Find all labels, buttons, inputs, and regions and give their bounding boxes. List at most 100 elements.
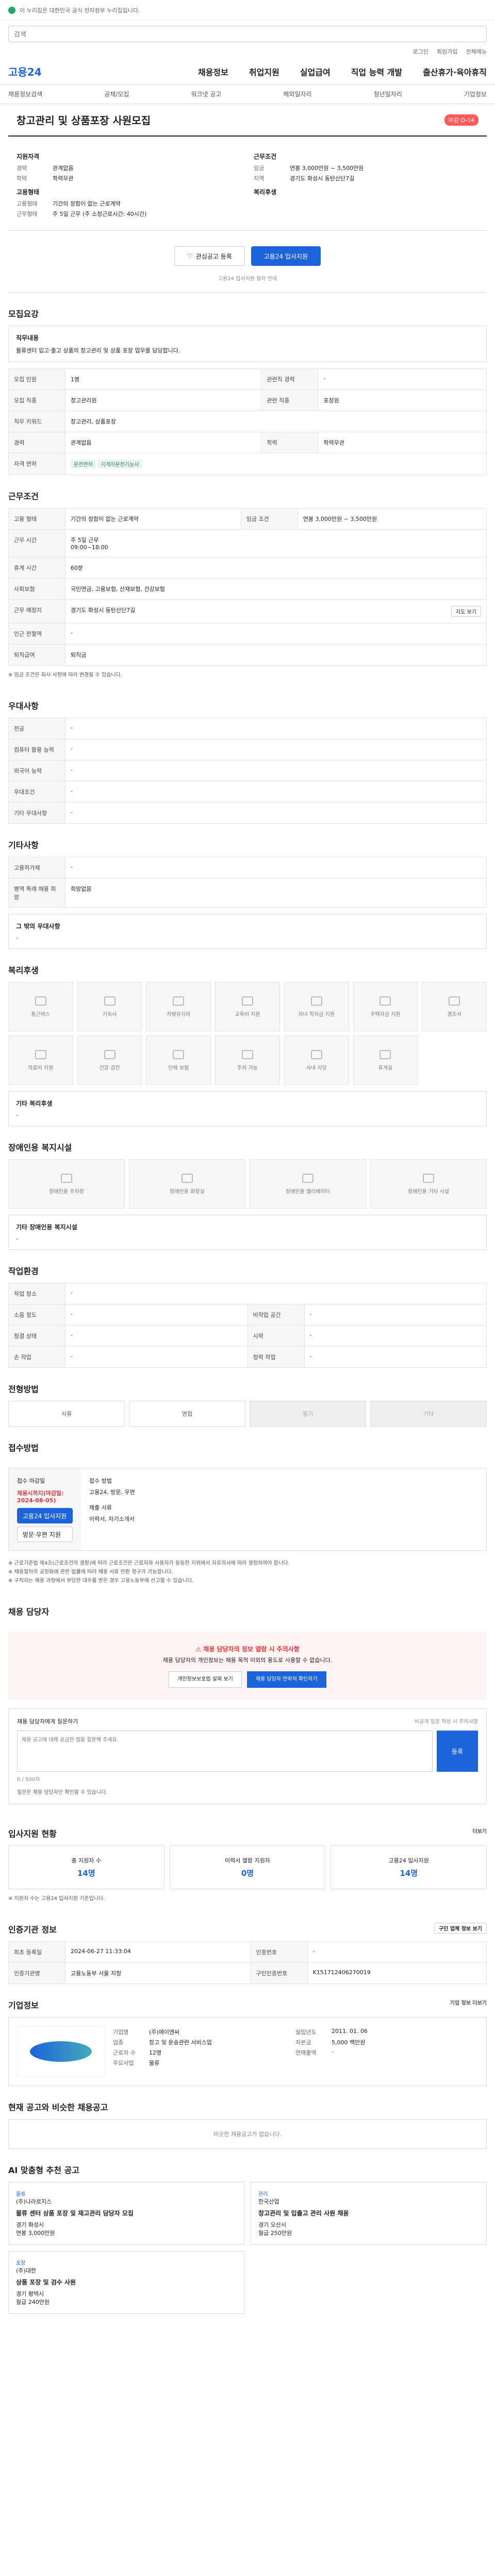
question-count: 0 / 500자 [17, 1777, 40, 1783]
gov-banner-text: 이 누리집은 대한민국 공식 전자정부 누리집입니다. [20, 7, 140, 14]
table-row: 경력 관계없음 학력 학력무관 [8, 432, 487, 453]
table-row: 모집 인원 1명 관련직 경력 - [8, 368, 487, 390]
apply-offline-button[interactable]: 방문·우편 지원 [17, 1527, 73, 1542]
search-bar [0, 21, 495, 47]
section-title-disabled: 장애인용 복지시설 [8, 1143, 72, 1153]
privacy-law-button[interactable]: 개인정보보호법 살펴 보기 [169, 1671, 242, 1688]
subnav-item-youth[interactable]: 청년일자리 [374, 90, 402, 98]
insurance-icon [173, 1049, 185, 1059]
company-more-link[interactable]: 기업 정보 더보기 [450, 1998, 487, 2006]
gnb-item-jobs[interactable]: 채용정보 [198, 65, 228, 78]
gnb-item-unemployment[interactable]: 실업급여 [300, 65, 331, 78]
search-input[interactable] [8, 26, 487, 42]
section-title-other: 기타사항 [8, 840, 39, 850]
summary-row: 고용형태 기간의 정함이 없는 근로계약 [16, 200, 121, 207]
method-row: 서류 면접 필기 기타 [8, 1401, 487, 1427]
welfare-other-box: 기타 복리후생 - [8, 1091, 487, 1126]
job-title-row: 창고관리 및 상품포장 사원모집 마감 D-14 [8, 104, 487, 137]
gnb-items: 채용정보 취업지원 실업급여 직업 능력 개발 출산휴가·육아휴직 [198, 65, 487, 78]
site-logo[interactable]: 고용24 [8, 64, 42, 79]
recommend-empty: 비슷한 채용공고가 없습니다. [8, 2119, 487, 2149]
stat-card: 이력서 열람 지원자 0명 [169, 1845, 326, 1890]
section-title-apply: 접수방법 [8, 1443, 39, 1453]
job-summary: 지원자격 경력 관계없음 학력 학력무관 고용형태 고용형태 기간의 정함이 없는 근… [8, 137, 487, 231]
gnb-item-support[interactable]: 취업지원 [249, 65, 279, 78]
stats-row: 총 지원자 수 14명 이력서 열람 지원자 0명 고용24 입사지원 14명 [8, 1845, 487, 1890]
question-box: 채용 담당자에게 질문하기 비공개 질문 작성 시 주의사항 등록 0 / 50… [8, 1708, 487, 1805]
company-info-button[interactable]: 구인 업체 정보 보기 [434, 1923, 487, 1934]
apply-notice: 고용24 입사지원 절차 안내 [8, 271, 487, 293]
apply-button[interactable]: 고용24 입사지원 [251, 246, 321, 266]
prefer-table: 전공 - 컴퓨터 활용 능력 - 외국어 능력 - 우대조건 - 기타 우대사항 - [8, 718, 487, 824]
summary-right2-title: 복리후생 [254, 189, 277, 196]
recruit-table: 모집 인원 1명 관련직 경력 - 모집 직종 창고관리원 관련 직종 포장원 직무 키워드… [8, 368, 487, 475]
table-row: 인근 전철역 - [8, 623, 487, 645]
disabled-item: 장애인용 화장실 [129, 1159, 245, 1209]
stat-card: 고용24 입사지원 14명 [331, 1845, 487, 1890]
elevator-icon [302, 1173, 314, 1183]
job-actions: ♡ 관심공고 등록 고용24 입사지원 [0, 231, 495, 271]
view-contact-button[interactable]: 채용 담당자 연락처 확인하기 [246, 1671, 326, 1688]
other-box: 그 밖의 우대사항 - [8, 914, 487, 949]
table-row: 청결 상태 - 시력 - [8, 1325, 487, 1347]
medical-icon [35, 1049, 46, 1059]
subnav-item-company[interactable]: 기업정보 [464, 90, 487, 98]
welfare-item: 사내 식당 [284, 1036, 349, 1085]
login-link[interactable]: 로그인 [413, 47, 428, 56]
subnav-item-search[interactable]: 채용정보검색 [8, 90, 42, 98]
table-row: 소음 정도 - 비작업 공간 - [8, 1304, 487, 1326]
table-row: 휴게 시간 60분 [8, 557, 487, 579]
gnb-item-leave[interactable]: 출산휴가·육아휴직 [423, 65, 487, 78]
signup-link[interactable]: 회원가입 [437, 47, 457, 56]
summary-left-title: 지원자격 [16, 153, 40, 160]
company-row: 근로자 수 12명 연매출액 - [113, 2048, 334, 2057]
subnav-item-public[interactable]: 공채/모집 [104, 90, 129, 98]
contact-alert: ⚠ 채용 담당자의 정보 열람 시 주의사항 채용 담당자의 개인정보는 채용 … [8, 1632, 487, 1701]
question-head: 채용 담당자에게 질문하기 비공개 질문 작성 시 주의사항 [17, 1717, 478, 1725]
question-textarea[interactable] [17, 1731, 433, 1772]
table-row: 인증기관명 고용노동부 서울 지청 구인인증번호 K151712406270019 [8, 1962, 487, 1985]
subnav-item-overseas[interactable]: 해외일자리 [283, 90, 311, 98]
table-row: 작업 장소 - [8, 1283, 487, 1304]
job-card[interactable]: 포장 (주)대한 상품 포장 및 검수 사원 경기 평택시 월급 240만원 [8, 2251, 244, 2314]
stats-more-link[interactable]: 더보기 [472, 1827, 487, 1835]
section-title-method: 전형방법 [8, 1384, 39, 1394]
scrap-button[interactable]: ♡ 관심공고 등록 [174, 246, 245, 266]
job-card[interactable]: 물류 (주)나라로지스 물류 센터 상품 포장 및 재고관리 담당자 모집 경기… [8, 2182, 244, 2245]
stat-card: 총 지원자 수 14명 [8, 1845, 164, 1890]
parking-icon [61, 1173, 72, 1183]
parking-icon [241, 1049, 253, 1059]
method-written: 필기 [250, 1401, 366, 1427]
section-title-welfare: 복리후생 [8, 965, 39, 975]
alert-buttons: 개인정보보호법 살펴 보기 채용 담당자 연락처 확인하기 [21, 1671, 474, 1688]
table-row: 손 작업 - 청력 작업 - [8, 1346, 487, 1368]
summary-right-title: 근무조건 [254, 153, 277, 160]
job-card[interactable]: 관리 한국산업 창고관리 및 입출고 관리 사원 채용 경기 오산시 월급 25… [251, 2182, 487, 2245]
welfare-item: 경조사 [422, 982, 487, 1031]
apply-deadline: 접수 마감일 채용시까지(마감일: 2024-08-05) 고용24 입사지원 … [9, 1468, 81, 1550]
disabled-item: 장애인용 주차장 [8, 1159, 125, 1209]
bus-icon [35, 996, 46, 1006]
section-title-env: 작업환경 [8, 1266, 39, 1276]
summary-row: 학력 학력무관 [16, 175, 74, 182]
apply-online-button[interactable]: 고용24 입사지원 [17, 1508, 73, 1523]
question-submit-button[interactable]: 등록 [437, 1731, 478, 1772]
page: 이 누리집은 대한민국 공식 전자정부 누리집입니다. 로그인 회원가입 전체메… [0, 0, 495, 2345]
other-table: 고용허가제 - 병역 특례 채용 희망 희망없음 [8, 857, 487, 908]
table-row: 자격 면허 운전면허 지게차운전기능사 [8, 453, 487, 475]
welfare-item: 주택자금 지원 [353, 982, 418, 1031]
company-row: 기업명 (주)에이엔씨 설립년도 2011. 01. 06 [113, 2028, 368, 2036]
section-title-recommend: 현재 공고와 비슷한 채용공고 [8, 2103, 108, 2113]
legal-bullets: ※ 근로기준법 제4조(근로조건의 결정)에 따라 근로조건은 근로자와 사용자… [8, 1561, 290, 1584]
map-button[interactable]: 지도 보기 [451, 606, 481, 617]
summary-row: 임금 연봉 3,000만원 ~ 3,500만원 [254, 165, 364, 172]
table-row: 모집 직종 창고관리원 관련 직종 포장원 [8, 389, 487, 411]
subnav-item-worknet[interactable]: 워크넷 공고 [191, 90, 221, 98]
apply-methods: 접수 방법 고용24, 방문, 우편 제출 서류 이력서, 자기소개서 [89, 1478, 135, 1522]
method-etc: 기타 [370, 1401, 487, 1427]
company-row: 업종 창고 및 운송관련 서비스업 자본금 5,000 백만원 [113, 2039, 366, 2046]
gnb-item-training[interactable]: 직업 능력 개발 [351, 65, 402, 78]
all-menu-link[interactable]: 전체메뉴 [466, 47, 487, 56]
question-note-link[interactable]: 비공개 질문 작성 시 주의사항 [415, 1717, 478, 1725]
job-title: 창고관리 및 상품포장 사원모집 [16, 114, 151, 127]
